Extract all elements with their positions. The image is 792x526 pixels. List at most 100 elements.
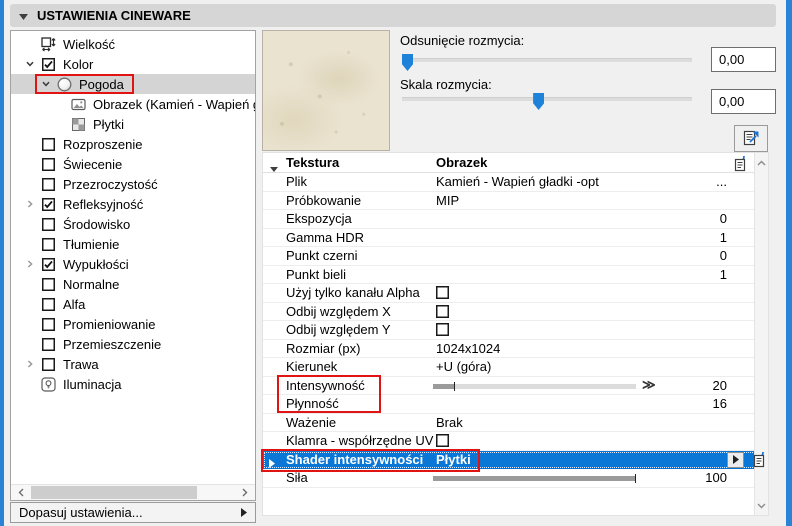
blur-offset-slider[interactable] [402, 54, 692, 71]
tree-item-normalne[interactable]: Normalne [11, 274, 255, 294]
table-row-shader-intensywnosci[interactable]: Shader intensywności Płytki [263, 450, 765, 469]
panel-right-border [786, 0, 792, 526]
checkbox-checked-icon[interactable] [39, 57, 57, 71]
row-label: Klamra - współrzędne UV [286, 433, 434, 449]
tree-item-obrazek[interactable]: Obrazek (Kamień - Wapień gładki -opt [11, 94, 255, 114]
tree-item-label: Alfa [63, 296, 86, 312]
row-slider[interactable] [433, 474, 636, 483]
tree-item-iluminacja[interactable]: Iluminacja [11, 374, 255, 394]
tree-item-kolor[interactable]: Kolor [11, 54, 255, 74]
checkbox-icon[interactable] [436, 304, 449, 318]
tree-item-refleksyjnosc[interactable]: Refleksyjność [11, 194, 255, 214]
tree-item-rozproszenie[interactable]: Rozproszenie [11, 134, 255, 154]
table-row-klamra[interactable]: Klamra - współrzędne UV [263, 432, 756, 451]
chevron-down-icon[interactable] [21, 59, 39, 69]
row-options-button[interactable] [727, 451, 744, 468]
table-row-punkt-czerni[interactable]: Punkt czerni 0 [263, 247, 756, 266]
checkbox-icon[interactable] [436, 286, 449, 300]
checkbox-icon[interactable] [39, 317, 57, 331]
table-row-plik[interactable]: Plik Kamień - Wapień gładki -opt... [263, 173, 756, 192]
checkbox-icon[interactable] [39, 177, 57, 191]
tree-item-plytki[interactable]: Płytki [11, 114, 255, 134]
checkbox-icon[interactable] [436, 323, 449, 337]
transfer-settings-button[interactable] [734, 125, 768, 152]
tree-item-tlumienie[interactable]: Tłumienie [11, 234, 255, 254]
scroll-right-icon[interactable] [237, 485, 253, 500]
table-row-intensywnosc[interactable]: Intensywność ≫ 20 [263, 377, 756, 395]
sphere-icon [55, 77, 73, 92]
row-number-value: 1 [719, 266, 727, 282]
tree-item-label: Iluminacja [63, 376, 122, 392]
blur-scale-label: Skala rozmycia: [400, 77, 492, 92]
tree-item-przemieszczenie[interactable]: Przemieszczenie [11, 334, 255, 354]
blur-scale-slider[interactable] [402, 93, 692, 110]
table-header-texture: Tekstura [286, 155, 340, 170]
chevron-right-icon[interactable] [21, 199, 39, 209]
table-row-gamma-hdr[interactable]: Gamma HDR 1 [263, 229, 756, 247]
table-row-punkt-bieli[interactable]: Punkt bieli 1 [263, 266, 756, 284]
row-label: Kierunek [286, 359, 338, 375]
tree-item-wypuklosci[interactable]: Wypukłości [11, 254, 255, 274]
checkbox-checked-icon[interactable] [39, 197, 57, 211]
table-row-kierunek[interactable]: Kierunek +U (góra) [263, 358, 756, 377]
table-row-rozmiar[interactable]: Rozmiar (px) 1024x1024 [263, 340, 756, 358]
doc-arrow-down-icon[interactable] [730, 154, 748, 175]
tree-item-srodowisko[interactable]: Środowisko [11, 214, 255, 234]
table-row-ekspozycja[interactable]: Ekspozycja 0 [263, 210, 756, 229]
tree-item-pogoda[interactable]: Pogoda [11, 74, 255, 94]
table-row-odbij-x[interactable]: Odbij względem X [263, 303, 756, 321]
table-row-wazenie[interactable]: Ważenie Brak [263, 414, 756, 432]
blur-offset-input[interactable]: 0,00 [711, 47, 776, 72]
checkbox-icon[interactable] [39, 357, 57, 371]
tree-item-swiecenie[interactable]: Świecenie [11, 154, 255, 174]
checkbox-icon[interactable] [39, 237, 57, 251]
collapse-triangle-icon[interactable] [19, 8, 28, 23]
checkbox-icon[interactable] [39, 137, 57, 151]
table-row-plynnosc[interactable]: Płynność 16 [263, 395, 756, 414]
row-value: Płytki [436, 451, 471, 467]
checkbox-icon[interactable] [39, 277, 57, 291]
table-header-row[interactable]: Tekstura Obrazek [263, 153, 756, 173]
row-label: Gamma HDR [286, 229, 365, 245]
blur-scale-input[interactable]: 0,00 [711, 89, 776, 114]
checkbox-icon[interactable] [39, 217, 57, 231]
row-number-value: 0 [719, 211, 727, 227]
flyout-arrow-icon [241, 505, 247, 520]
table-row-sila[interactable]: Siła 100 [263, 469, 756, 488]
scroll-up-icon[interactable] [755, 155, 768, 170]
checkbox-icon[interactable] [436, 434, 449, 448]
row-slider[interactable] [433, 381, 636, 391]
blur-offset-label: Odsunięcie rozmycia: [400, 33, 525, 48]
table-row-uzyj-alpha[interactable]: Użyj tylko kanału Alpha [263, 284, 756, 303]
checkbox-checked-icon[interactable] [39, 257, 57, 271]
table-row-probkowanie[interactable]: Próbkowanie MIP [263, 192, 756, 210]
checkbox-icon[interactable] [39, 337, 57, 351]
blur-scale-slider-thumb[interactable] [533, 93, 545, 110]
chevron-right-icon[interactable] [21, 259, 39, 269]
checkbox-icon[interactable] [39, 297, 57, 311]
tree-item-przezroczystosc[interactable]: Przezroczystość [11, 174, 255, 194]
chevron-right-icon[interactable] [21, 359, 39, 369]
tree-item-trawa[interactable]: Trawa [11, 354, 255, 374]
tree-horizontal-scrollbar[interactable] [11, 484, 255, 500]
scroll-left-icon[interactable] [13, 485, 29, 500]
slider-chevron-icon[interactable]: ≫ [642, 377, 656, 393]
doc-arrow-down-icon[interactable] [749, 450, 767, 471]
row-slider-fill [433, 476, 636, 481]
tree-item-promieniowanie[interactable]: Promieniowanie [11, 314, 255, 334]
tree-item-wielkosc[interactable]: Wielkość [11, 34, 255, 54]
browse-button[interactable]: ... [716, 174, 727, 189]
blur-offset-slider-thumb[interactable] [402, 54, 413, 71]
scroll-down-icon[interactable] [755, 498, 768, 513]
scrollbar-thumb[interactable] [31, 486, 197, 499]
chevron-down-icon[interactable] [37, 79, 55, 89]
tree-item-alfa[interactable]: Alfa [11, 294, 255, 314]
checkbox-icon[interactable] [39, 157, 57, 171]
table-row-odbij-y[interactable]: Odbij względem Y [263, 321, 756, 340]
row-label: Plik [286, 174, 307, 190]
row-label: Odbij względem Y [286, 322, 391, 338]
size-icon [39, 36, 57, 52]
fit-settings-button[interactable]: Dopasuj ustawienia... [10, 502, 256, 523]
doc-arrow-up-icon [742, 128, 761, 150]
cineware-settings-panel: USTAWIENIA CINEWARE Wielkość Kolor Pogoda O… [0, 0, 792, 526]
